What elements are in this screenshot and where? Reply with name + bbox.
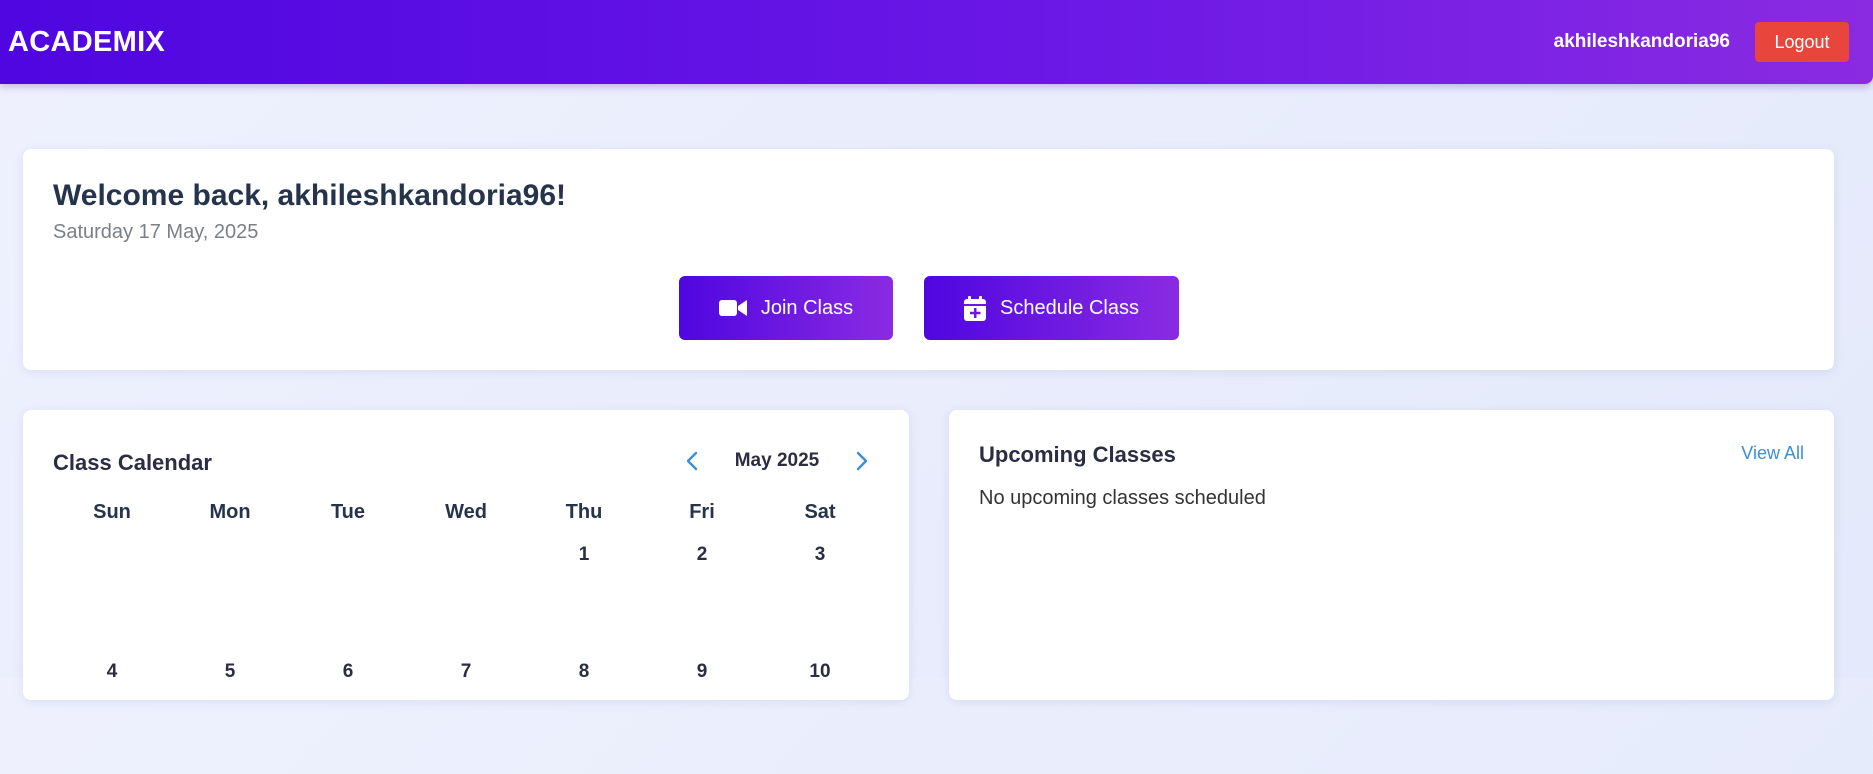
calendar-day[interactable]: 4 — [53, 657, 171, 774]
calendar-day-empty — [53, 540, 171, 657]
action-buttons: Join Class Schedule Class — [679, 276, 1179, 340]
calendar-day[interactable]: 3 — [761, 540, 879, 657]
calendar-grid: Sun Mon Tue Wed Thu Fri Sat 1 2 3 4 5 6 … — [53, 500, 879, 774]
calendar-day[interactable]: 1 — [525, 540, 643, 657]
calendar-day[interactable]: 9 — [643, 657, 761, 774]
welcome-card: Welcome back, akhileshkandoria96! Saturd… — [23, 149, 1834, 370]
join-class-label: Join Class — [760, 296, 854, 319]
weekday-header: Wed — [445, 501, 487, 523]
calendar-day-empty — [171, 540, 289, 657]
calendar-day-empty — [289, 540, 407, 657]
weekday-header: Tue — [330, 501, 366, 523]
calendar-day[interactable]: 8 — [525, 657, 643, 774]
weekday-header: Thu — [565, 501, 603, 523]
calendar-day[interactable]: 2 — [643, 540, 761, 657]
chevron-right-icon[interactable] — [853, 448, 871, 474]
calendar-day-empty — [407, 540, 525, 657]
calendar-nav: May 2025 — [683, 448, 871, 474]
welcome-title: Welcome back, akhileshkandoria96! — [53, 179, 567, 212]
calendar-day[interactable]: 6 — [289, 657, 407, 774]
top-navbar: ACADEMIX akhileshkandoria96 Logout — [0, 0, 1873, 84]
video-camera-icon — [718, 298, 747, 318]
weekday-header: Sun — [93, 501, 131, 523]
view-all-link[interactable]: View All — [1741, 443, 1804, 464]
schedule-class-button[interactable]: Schedule Class — [924, 276, 1179, 340]
weekday-header: Fri — [689, 501, 715, 523]
calendar-day[interactable]: 7 — [407, 657, 525, 774]
month-label: May 2025 — [734, 450, 820, 471]
weekday-header: Mon — [209, 501, 251, 523]
current-date: Saturday 17 May, 2025 — [53, 221, 259, 243]
username-label: akhileshkandoria96 — [1553, 31, 1730, 52]
user-area: akhileshkandoria96 Logout — [1554, 22, 1849, 62]
calendar-day[interactable]: 5 — [171, 657, 289, 774]
calendar-title: Class Calendar — [53, 450, 212, 475]
logout-button[interactable]: Logout — [1755, 22, 1849, 62]
upcoming-title: Upcoming Classes — [979, 442, 1176, 467]
class-calendar-card: Class Calendar May 2025 Sun Mon Tue Wed … — [23, 410, 909, 700]
chevron-left-icon[interactable] — [683, 448, 701, 474]
weekday-header: Sat — [804, 501, 836, 523]
empty-state-message: No upcoming classes scheduled — [979, 487, 1266, 509]
upcoming-classes-card: Upcoming Classes View All No upcoming cl… — [949, 410, 1834, 700]
schedule-class-label: Schedule Class — [1000, 296, 1139, 319]
join-class-button[interactable]: Join Class — [679, 276, 893, 340]
calendar-plus-icon — [964, 295, 987, 321]
brand-logo[interactable]: ACADEMIX — [8, 26, 165, 59]
calendar-day[interactable]: 10 — [761, 657, 879, 774]
